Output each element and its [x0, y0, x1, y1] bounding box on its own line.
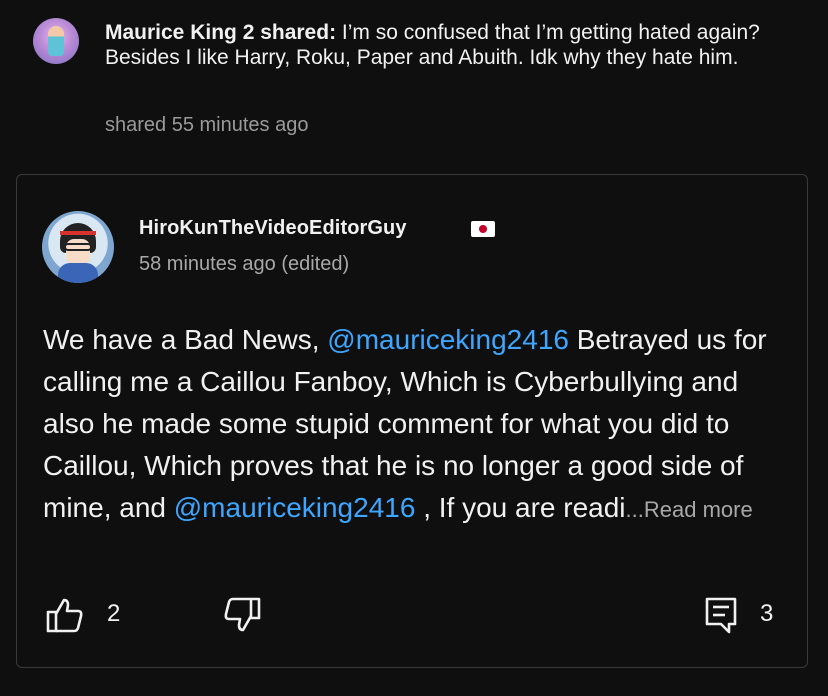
commenter-name[interactable]: HiroKunTheVideoEditorGuy	[139, 217, 407, 240]
read-more-link[interactable]: ...Read more	[626, 497, 753, 522]
reply-count: 3	[760, 600, 774, 627]
sharer-name[interactable]: Maurice King 2 shared:	[105, 21, 336, 44]
sharer-avatar[interactable]	[33, 18, 79, 64]
thumbs-down-icon	[224, 597, 261, 632]
shared-comment-card[interactable]: HiroKunTheVideoEditorGuy 58 minutes ago …	[16, 174, 808, 668]
mention-link[interactable]: @mauriceking2416	[174, 492, 416, 523]
commenter-avatar[interactable]	[42, 211, 114, 283]
thumbs-up-icon	[46, 598, 83, 633]
comment-text: We have a Bad News, @mauriceking2416 Bet…	[43, 319, 791, 531]
like-count: 2	[107, 600, 121, 627]
dislike-button[interactable]	[222, 595, 262, 635]
share-message: Maurice King 2 shared: I’m so confused t…	[105, 20, 785, 70]
japan-flag-icon	[471, 221, 495, 237]
comment-timestamp: 58 minutes ago (edited)	[139, 253, 350, 275]
comment-icon	[705, 597, 737, 634]
like-button[interactable]	[45, 595, 85, 635]
comment-text-part-1: We have a Bad News,	[43, 324, 328, 355]
share-timestamp: shared 55 minutes ago	[105, 114, 309, 136]
reply-button[interactable]	[704, 595, 738, 635]
mention-link[interactable]: @mauriceking2416	[327, 324, 569, 355]
comment-text-part-3: , If you are readi	[415, 492, 626, 523]
